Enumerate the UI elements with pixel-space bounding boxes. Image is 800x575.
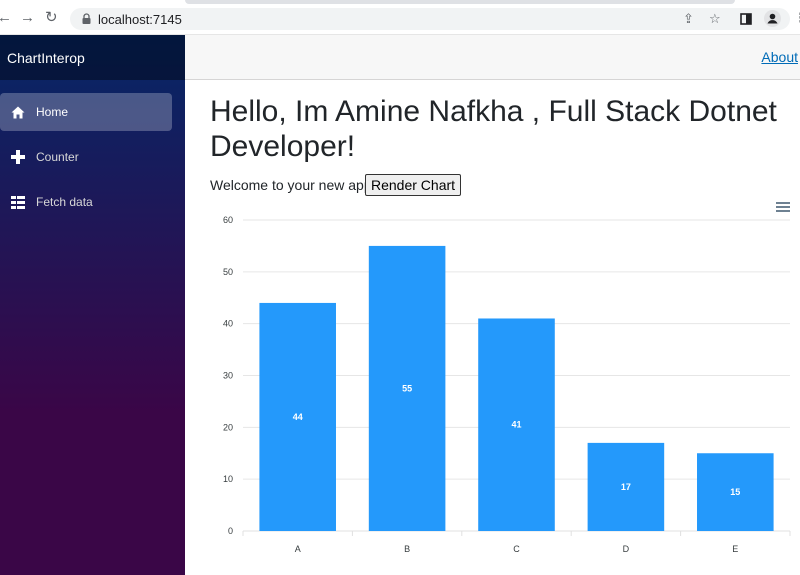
profile-avatar-icon[interactable]: [764, 10, 781, 27]
brand-row: ChartInterop: [0, 35, 185, 80]
y-tick-label: 0: [228, 526, 233, 536]
data-label: 41: [511, 420, 521, 430]
y-tick-label: 60: [223, 215, 233, 225]
y-tick-label: 50: [223, 267, 233, 277]
lock-icon: [82, 13, 91, 24]
page-title: Hello, Im Amine Nafkha , Full Stack Dotn…: [210, 95, 777, 163]
reload-icon[interactable]: ↻: [45, 10, 58, 26]
data-label: 15: [730, 487, 740, 497]
side-panel-icon[interactable]: [740, 13, 752, 25]
share-icon[interactable]: ⇪: [683, 12, 694, 26]
x-tick-label: D: [623, 544, 630, 554]
data-label: 44: [293, 412, 303, 422]
home-icon: [10, 104, 26, 120]
y-tick-label: 10: [223, 474, 233, 484]
browser-menu-icon[interactable]: ⋮: [794, 11, 800, 25]
sidebar: ChartInterop Home Counter Fetch data: [0, 35, 185, 575]
x-tick-label: A: [295, 544, 301, 554]
forward-icon[interactable]: →: [20, 10, 35, 26]
sidebar-item-counter[interactable]: Counter: [0, 138, 172, 176]
y-tick-label: 40: [223, 319, 233, 329]
sidebar-item-label: Fetch data: [36, 195, 93, 209]
sidebar-item-label: Counter: [36, 150, 79, 164]
plus-icon: [10, 149, 26, 165]
browser-toolbar: ← → ↻ localhost:7145 ⇪ ☆ ⋮: [0, 0, 800, 35]
sidebar-item-home[interactable]: Home: [0, 93, 172, 131]
data-label: 17: [621, 482, 631, 492]
y-tick-label: 30: [223, 371, 233, 381]
welcome-text: Welcome to your new app.: [210, 177, 376, 193]
sidebar-item-label: Home: [36, 105, 69, 119]
about-link[interactable]: About: [761, 49, 798, 65]
back-icon[interactable]: ←: [0, 10, 12, 26]
bookmark-star-icon[interactable]: ☆: [709, 12, 721, 26]
bar-chart: 0 10 20 30 40 50 60 A 44 B 55 C 41 D 17 E 15: [223, 215, 791, 554]
y-tick-label: 20: [223, 422, 233, 432]
browser-tab-strip: [185, 0, 735, 4]
x-tick-label: C: [513, 544, 520, 554]
url-text[interactable]: localhost:7145: [98, 12, 182, 27]
brand-title[interactable]: ChartInterop: [7, 50, 85, 66]
x-tick-label: E: [732, 544, 738, 554]
render-chart-button[interactable]: Render Chart: [365, 174, 462, 196]
list-icon: [10, 194, 26, 210]
x-tick-label: B: [404, 544, 410, 554]
top-row: About: [185, 35, 800, 80]
data-label: 55: [402, 383, 412, 393]
sidebar-item-fetch-data[interactable]: Fetch data: [0, 183, 172, 221]
